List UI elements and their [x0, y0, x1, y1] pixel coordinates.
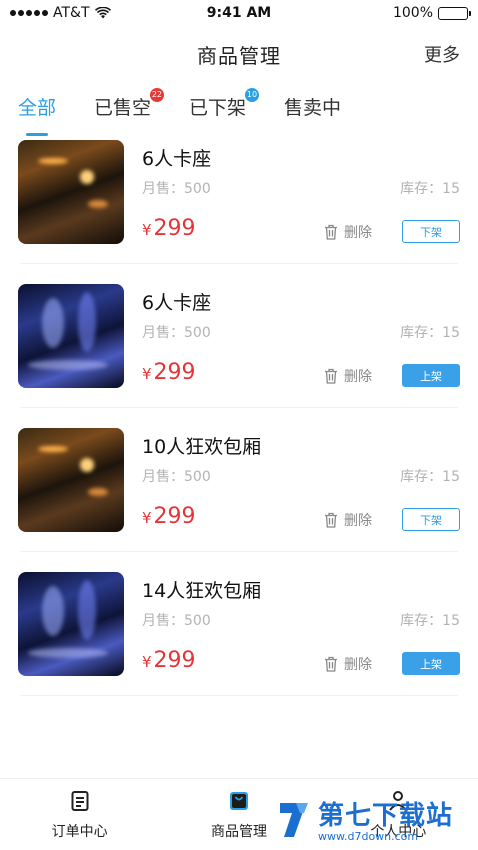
monthly-sales: 月售：500 [142, 181, 211, 197]
trash-icon [325, 512, 337, 528]
currency-symbol: ¥ [142, 653, 152, 671]
delete-label: 删除 [344, 369, 372, 385]
stock-count: 库存：15 [400, 325, 460, 341]
delete-label: 删除 [344, 657, 372, 673]
status-right: 100% [392, 5, 471, 21]
tab-label: 售卖中 [284, 96, 342, 119]
count-badge: 22 [149, 87, 165, 102]
filter-tabs: 全部 已售空 22 已下架 10 售卖中 [0, 82, 478, 134]
tab-sold-out[interactable]: 已售空 22 [94, 87, 165, 124]
currency-symbol: ¥ [142, 365, 152, 383]
product-price: ¥299 [142, 504, 196, 529]
nav-bar: 商品管理 更多 [0, 26, 478, 82]
status-bar: AT&T 9:41 AM 100% [0, 0, 478, 26]
monthly-sales: 月售：500 [142, 469, 211, 485]
list-button[interactable]: 上架 [402, 652, 460, 675]
price-value: 299 [153, 504, 196, 529]
delete-button[interactable]: 删除 [324, 366, 372, 386]
product-info: 6人卡座 月售：500 库存：15 ¥299 删除 下架 [142, 140, 460, 280]
delete-button[interactable]: 删除 [324, 510, 372, 530]
carrier-label: AT&T [53, 5, 90, 21]
page-title: 商品管理 [197, 43, 281, 68]
product-item[interactable]: 14人狂欢包厢 月售：500 库存：15 ¥299 删除 上架 [0, 568, 478, 712]
delete-button[interactable]: 删除 [324, 222, 372, 242]
tabbar-label: 商品管理 [210, 823, 267, 840]
shopping-bag-icon [229, 791, 248, 810]
delist-button[interactable]: 下架 [402, 220, 460, 243]
stock-count: 库存：15 [400, 469, 460, 485]
tab-on-sale[interactable]: 售卖中 [284, 93, 341, 124]
delist-button[interactable]: 下架 [402, 508, 460, 531]
monthly-sales: 月售：500 [142, 325, 211, 341]
product-price: ¥299 [142, 360, 196, 385]
product-image [18, 428, 124, 532]
product-item[interactable]: 6人卡座 月售：500 库存：15 ¥299 删除 上架 [0, 280, 478, 424]
stock-count: 库存：15 [400, 613, 460, 629]
currency-symbol: ¥ [142, 509, 152, 527]
product-info: 6人卡座 月售：500 库存：15 ¥299 删除 上架 [142, 284, 460, 424]
trash-icon [325, 656, 337, 672]
wifi-icon [94, 7, 111, 19]
currency-symbol: ¥ [142, 221, 152, 239]
site-watermark: 第七下载站 www.d7down.com [274, 788, 474, 850]
count-badge: 10 [244, 87, 260, 102]
product-name: 14人狂欢包厢 [142, 580, 262, 602]
status-time: 9:41 AM [206, 5, 272, 21]
tab-all[interactable]: 全部 [18, 93, 56, 124]
product-list: 6人卡座 月售：500 库存：15 ¥299 删除 下架 6人卡座 月售：500… [0, 136, 478, 712]
product-name: 6人卡座 [142, 292, 212, 314]
product-item[interactable]: 6人卡座 月售：500 库存：15 ¥299 删除 下架 [0, 136, 478, 280]
monthly-sales: 月售：500 [142, 613, 211, 629]
list-button[interactable]: 上架 [402, 364, 460, 387]
more-button[interactable]: 更多 [424, 41, 460, 67]
site-logo-icon [280, 803, 308, 837]
clipboard-icon [71, 790, 89, 811]
tab-label: 已下架 [189, 96, 247, 119]
delete-label: 删除 [344, 513, 372, 529]
product-image [18, 572, 124, 676]
signal-icon [10, 10, 48, 16]
tab-delisted[interactable]: 已下架 10 [189, 87, 260, 124]
product-info: 10人狂欢包厢 月售：500 库存：15 ¥299 删除 下架 [142, 428, 460, 568]
product-price: ¥299 [142, 216, 196, 241]
product-name: 10人狂欢包厢 [142, 436, 262, 458]
product-item[interactable]: 10人狂欢包厢 月售：500 库存：15 ¥299 删除 下架 [0, 424, 478, 568]
battery-icon [438, 6, 471, 20]
product-image [18, 140, 124, 244]
trash-icon [325, 224, 337, 240]
product-price: ¥299 [142, 648, 196, 673]
delete-label: 删除 [344, 225, 372, 241]
stock-count: 库存：15 [400, 181, 460, 197]
price-value: 299 [153, 648, 196, 673]
status-left: AT&T [10, 5, 111, 21]
product-name: 6人卡座 [142, 148, 212, 170]
price-value: 299 [153, 216, 196, 241]
battery-label: 100% [392, 5, 433, 21]
tabbar-label: 订单中心 [51, 823, 108, 840]
delete-button[interactable]: 删除 [324, 654, 372, 674]
product-image [18, 284, 124, 388]
tab-label: 已售空 [94, 96, 152, 119]
trash-icon [325, 368, 337, 384]
tab-label: 全部 [18, 96, 57, 119]
product-info: 14人狂欢包厢 月售：500 库存：15 ¥299 删除 上架 [142, 572, 460, 712]
price-value: 299 [153, 360, 196, 385]
watermark-main: 第七下载站 [318, 801, 454, 831]
tabbar-orders[interactable]: 订单中心 [0, 779, 159, 850]
